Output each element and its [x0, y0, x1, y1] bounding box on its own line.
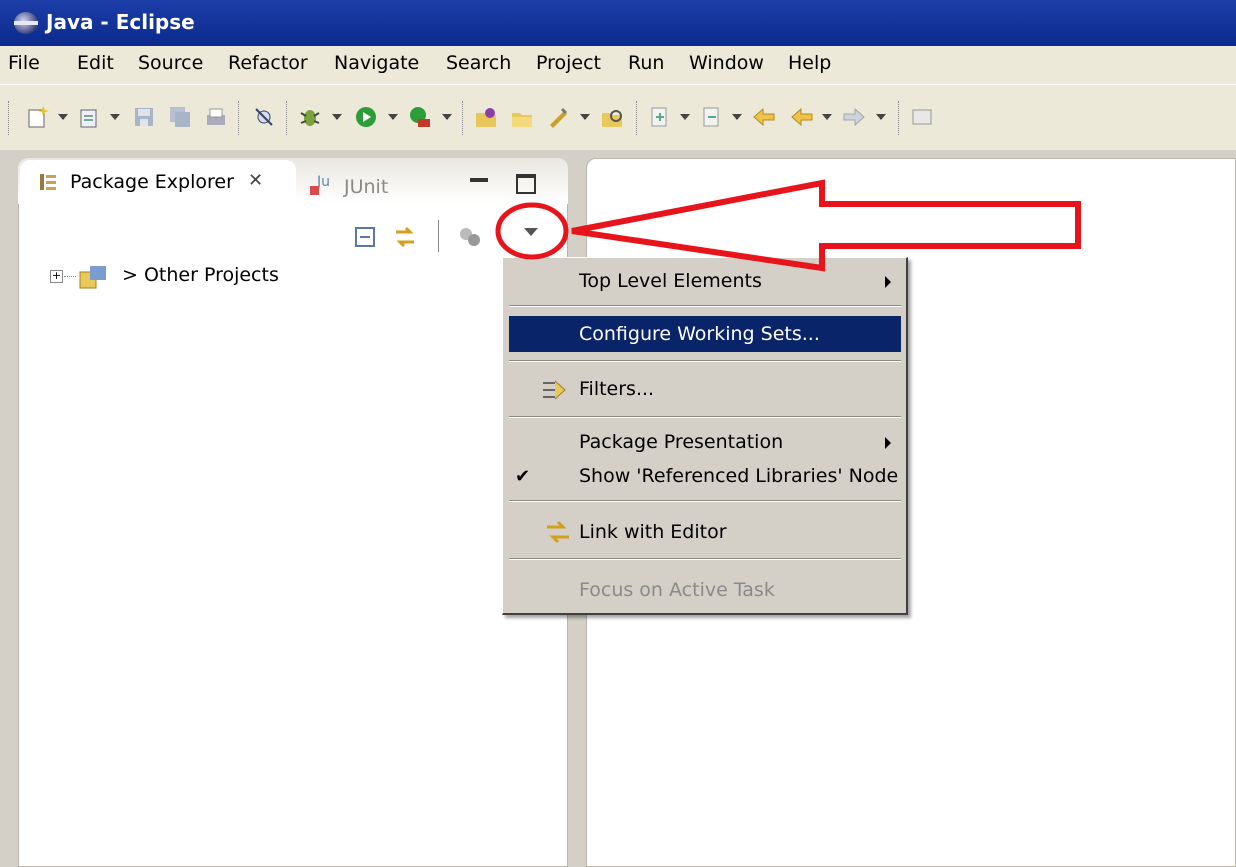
window-title: Java - Eclipse — [46, 10, 195, 34]
menu-item-top-level-elements[interactable]: Top Level Elements — [509, 263, 901, 299]
menu-separator — [509, 500, 901, 502]
back-dropdown-icon[interactable] — [822, 114, 832, 120]
menu-item-focus-on-active-task: Focus on Active Task — [509, 572, 901, 608]
toolbar-separator — [462, 101, 464, 135]
new-project-dropdown-icon[interactable] — [110, 114, 120, 120]
print-icon[interactable] — [204, 105, 228, 129]
next-annotation-dropdown-icon[interactable] — [680, 114, 690, 120]
junit-icon: Ju — [310, 174, 330, 195]
eclipse-logo-icon — [14, 12, 38, 34]
run-dropdown-icon[interactable] — [388, 114, 398, 120]
tree-item-other-projects[interactable]: + > Other Projects — [46, 264, 346, 290]
last-edit-location-icon[interactable] — [752, 105, 776, 129]
save-all-icon[interactable] — [168, 105, 192, 129]
menu-separator — [509, 558, 901, 560]
menu-run[interactable]: Run — [628, 52, 664, 74]
expand-plus-icon[interactable]: + — [50, 270, 63, 283]
back-icon[interactable] — [790, 105, 814, 129]
menu-window[interactable]: Window — [689, 52, 764, 74]
forward-dropdown-icon[interactable] — [876, 114, 886, 120]
tab-package-explorer[interactable]: Package Explorer ✕ — [20, 160, 296, 204]
new-icon[interactable] — [26, 105, 50, 129]
menu-item-link-with-editor[interactable]: Link with Editor — [509, 514, 901, 550]
save-icon[interactable] — [132, 105, 156, 129]
menu-separator — [509, 305, 901, 307]
menu-item-package-presentation[interactable]: Package Presentation — [509, 424, 901, 460]
forward-icon[interactable] — [842, 105, 866, 129]
toolbar-separator — [898, 101, 900, 135]
menu-edit[interactable]: Edit — [77, 52, 114, 74]
tab-junit-label: JUnit — [344, 176, 389, 198]
menu-search[interactable]: Search — [446, 52, 511, 74]
collapse-all-icon[interactable] — [354, 226, 376, 248]
filters-icon — [543, 380, 566, 400]
menu-item-show-referenced-libraries[interactable]: ✔ Show 'Referenced Libraries' Node — [509, 458, 901, 494]
open-perspective-icon[interactable] — [910, 105, 934, 129]
maximize-view-icon[interactable] — [516, 174, 536, 194]
link-with-editor-icon — [547, 520, 569, 544]
menu-source[interactable]: Source — [138, 52, 203, 74]
open-type-icon[interactable] — [510, 105, 534, 129]
submenu-arrow-icon — [885, 276, 891, 288]
menu-item-filters[interactable]: Filters... — [509, 371, 901, 407]
search-icon[interactable] — [600, 105, 624, 129]
focus-on-active-task-icon[interactable] — [458, 226, 484, 250]
open-task-dropdown-icon[interactable] — [580, 114, 590, 120]
close-tab-icon[interactable]: ✕ — [248, 170, 263, 191]
package-explorer-icon — [40, 174, 56, 190]
tree-connector — [64, 276, 76, 278]
view-menu-dropdown: Top Level Elements Configure Working Set… — [502, 257, 908, 615]
view-toolbar-separator — [438, 220, 439, 252]
toolbar-grip — [8, 101, 10, 135]
menu-item-label: Filters... — [579, 378, 655, 400]
new-dropdown-icon[interactable] — [58, 114, 68, 120]
previous-annotation-icon[interactable] — [700, 105, 724, 129]
working-set-icon — [79, 266, 106, 289]
previous-annotation-dropdown-icon[interactable] — [732, 114, 742, 120]
debug-dropdown-icon[interactable] — [332, 114, 342, 120]
menu-separator — [509, 416, 901, 418]
new-java-project-icon[interactable] — [78, 105, 102, 129]
menu-item-label: Configure Working Sets... — [579, 323, 820, 345]
checkmark-icon: ✔ — [515, 466, 531, 487]
toolbar-separator — [238, 101, 240, 135]
minimize-view-icon[interactable] — [470, 178, 488, 182]
toolbar-separator — [636, 101, 638, 135]
menu-item-label: Focus on Active Task — [579, 579, 775, 601]
menu-help[interactable]: Help — [788, 52, 831, 74]
external-tools-dropdown-icon[interactable] — [442, 114, 452, 120]
next-annotation-icon[interactable] — [648, 105, 672, 129]
menu-separator — [509, 360, 901, 362]
menu-item-label: Link with Editor — [579, 521, 727, 543]
menu-item-configure-working-sets[interactable]: Configure Working Sets... — [509, 316, 901, 352]
open-task-icon[interactable] — [546, 105, 570, 129]
tab-package-explorer-label: Package Explorer — [70, 171, 234, 193]
toolbar — [0, 84, 1236, 152]
tree-item-label: > Other Projects — [122, 264, 279, 286]
run-icon[interactable] — [354, 105, 378, 129]
toolbar-separator — [286, 101, 288, 135]
menu-navigate[interactable]: Navigate — [334, 52, 419, 74]
new-java-package-icon[interactable] — [474, 105, 498, 129]
menu-item-label: Package Presentation — [579, 431, 784, 453]
external-tools-icon[interactable] — [408, 105, 432, 129]
debug-icon[interactable] — [298, 105, 322, 129]
menu-bar: File Edit Source Refactor Navigate Searc… — [0, 46, 1236, 84]
menu-item-label: Top Level Elements — [579, 270, 762, 292]
tab-junit[interactable]: Ju JUnit — [304, 168, 414, 202]
menu-item-label: Show 'Referenced Libraries' Node — [579, 465, 899, 487]
link-with-editor-icon[interactable] — [392, 224, 418, 250]
title-bar: Java - Eclipse — [0, 0, 1236, 46]
submenu-arrow-icon — [885, 437, 891, 449]
menu-project[interactable]: Project — [536, 52, 601, 74]
skip-breakpoints-icon[interactable] — [252, 105, 276, 129]
menu-refactor[interactable]: Refactor — [228, 52, 308, 74]
menu-file[interactable]: File — [8, 52, 40, 74]
view-menu-icon[interactable] — [524, 228, 538, 236]
